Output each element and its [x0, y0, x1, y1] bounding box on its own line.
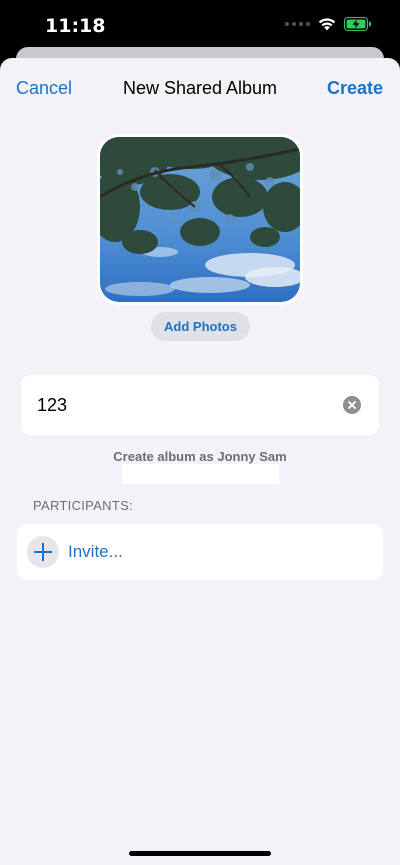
invite-row[interactable]: Invite... — [17, 524, 383, 580]
home-indicator — [129, 851, 271, 856]
status-time: 11:18 — [45, 15, 106, 37]
status-bar: 11:18 — [0, 0, 400, 50]
album-name-field[interactable]: 123 — [21, 375, 379, 435]
cellular-icon — [285, 22, 310, 26]
add-photos-button[interactable]: Add Photos — [151, 312, 250, 341]
status-icons — [285, 17, 372, 31]
clear-text-icon[interactable] — [343, 396, 361, 414]
create-as-label: Create album as Jonny Sam — [113, 449, 287, 464]
redacted-area — [122, 464, 279, 484]
navigation-bar: Cancel New Shared Album Create — [0, 58, 400, 118]
add-participant-icon[interactable] — [27, 536, 59, 568]
album-name-input[interactable]: 123 — [37, 395, 67, 416]
album-cover-photo[interactable] — [97, 134, 303, 305]
create-button[interactable]: Create — [327, 78, 383, 99]
participants-header: PARTICIPANTS: — [33, 498, 133, 513]
new-shared-album-sheet: Cancel New Shared Album Create Add Photo… — [0, 58, 400, 865]
wifi-icon — [318, 17, 336, 31]
battery-charging-icon — [344, 17, 372, 31]
invite-label[interactable]: Invite... — [68, 542, 123, 562]
